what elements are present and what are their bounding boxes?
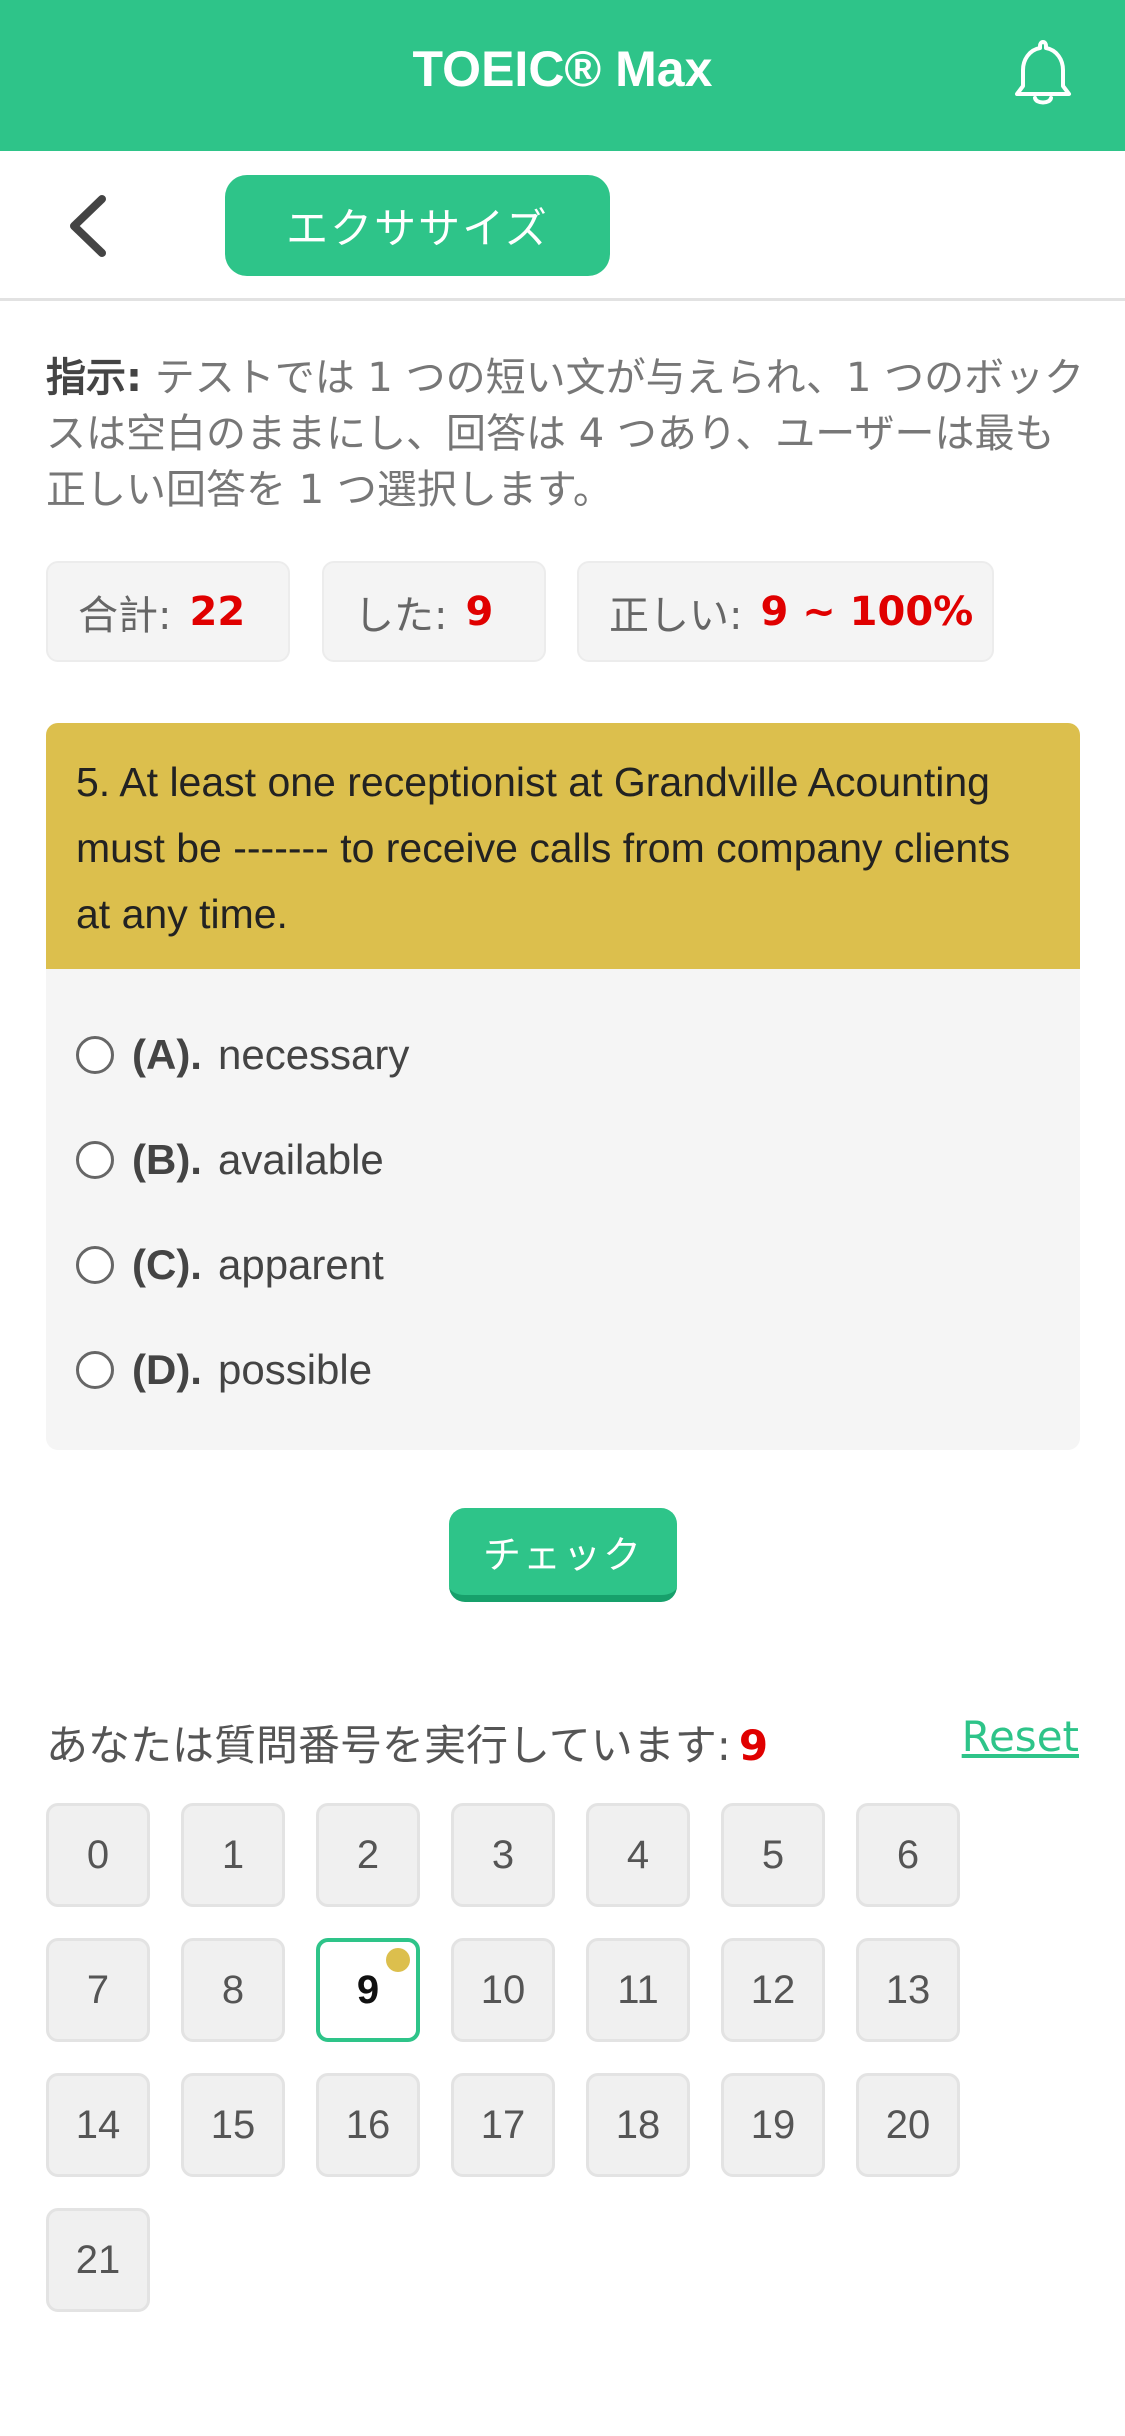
question-number-5[interactable]: 5: [721, 1803, 825, 1907]
app-header: TOEIC® Max: [0, 0, 1125, 151]
radio-button[interactable]: [76, 1246, 114, 1284]
question-number-3[interactable]: 3: [451, 1803, 555, 1907]
question-number-20[interactable]: 20: [856, 2073, 960, 2177]
stat-total: 合計: 22: [46, 561, 290, 662]
check-button[interactable]: チェック: [449, 1508, 677, 1602]
question-number-19[interactable]: 19: [721, 2073, 825, 2177]
answer-option-a[interactable]: (A). necessary: [76, 1020, 409, 1090]
stat-done: した: 9: [322, 561, 546, 662]
answer-option-b[interactable]: (B). available: [76, 1125, 384, 1195]
question-number-17[interactable]: 17: [451, 2073, 555, 2177]
question-card: 5. At least one receptionist at Grandvil…: [46, 723, 1080, 1450]
instructions-text: 指示: テストでは 1 つの短い文が与えられ、1 つのボックスは空白のままにし、…: [46, 350, 1086, 518]
question-number-18[interactable]: 18: [586, 2073, 690, 2177]
answer-option-c[interactable]: (C). apparent: [76, 1230, 384, 1300]
question-number-1[interactable]: 1: [181, 1803, 285, 1907]
question-number-16[interactable]: 16: [316, 2073, 420, 2177]
question-text: 5. At least one receptionist at Grandvil…: [46, 723, 1080, 969]
question-number-4[interactable]: 4: [586, 1803, 690, 1907]
question-number-15[interactable]: 15: [181, 2073, 285, 2177]
current-question-indicator: あなたは質問番号を実行しています: 9: [46, 1721, 769, 1770]
instructions-label: 指示:: [46, 355, 142, 401]
radio-button[interactable]: [76, 1141, 114, 1179]
sub-navigation-bar: エクササイズ: [0, 151, 1125, 301]
exercise-tab-button[interactable]: エクササイズ: [225, 175, 610, 276]
question-number-0[interactable]: 0: [46, 1803, 150, 1907]
stat-correct: 正しい: 9 ~ 100%: [577, 561, 994, 662]
question-number-6[interactable]: 6: [856, 1803, 960, 1907]
question-number-2[interactable]: 2: [316, 1803, 420, 1907]
question-number-14[interactable]: 14: [46, 2073, 150, 2177]
radio-button[interactable]: [76, 1351, 114, 1389]
question-number-12[interactable]: 12: [721, 1938, 825, 2042]
question-number-21[interactable]: 21: [46, 2208, 150, 2312]
question-number-7[interactable]: 7: [46, 1938, 150, 2042]
bell-icon[interactable]: [1005, 36, 1081, 112]
question-number-10[interactable]: 10: [451, 1938, 555, 2042]
question-number-11[interactable]: 11: [586, 1938, 690, 2042]
answer-option-d[interactable]: (D). possible: [76, 1335, 372, 1405]
chevron-left-icon[interactable]: [60, 191, 120, 261]
question-number-8[interactable]: 8: [181, 1938, 285, 2042]
app-title: TOEIC® Max: [412, 41, 713, 97]
question-number-9[interactable]: 9: [316, 1938, 420, 2042]
radio-button[interactable]: [76, 1036, 114, 1074]
instructions-body: テストでは 1 つの短い文が与えられ、1 つのボックスは空白のままにし、回答は …: [46, 355, 1085, 513]
reset-link[interactable]: Reset: [962, 1712, 1079, 1761]
current-marker-dot: [386, 1948, 410, 1972]
question-number-13[interactable]: 13: [856, 1938, 960, 2042]
